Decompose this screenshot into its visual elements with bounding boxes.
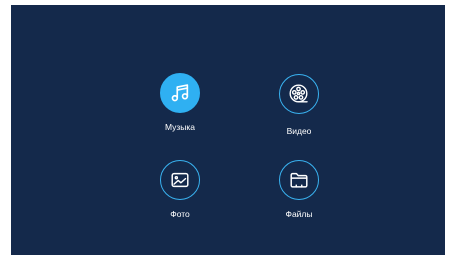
film-reel-icon xyxy=(279,74,319,114)
menu-item-music[interactable]: Музыка xyxy=(137,73,227,153)
device-frame: Музыка Видео Фото Файлы xyxy=(0,0,456,268)
menu-item-files[interactable]: Файлы xyxy=(256,160,346,240)
menu-item-photo-label: Фото xyxy=(170,209,190,219)
photo-icon xyxy=(160,160,200,200)
menu-item-video[interactable]: Видео xyxy=(256,74,346,154)
folder-icon xyxy=(279,160,319,200)
menu-item-music-label: Музыка xyxy=(164,122,196,132)
menu-item-files-label: Файлы xyxy=(285,209,313,219)
menu-item-video-label: Видео xyxy=(286,126,312,136)
music-icon xyxy=(160,73,200,113)
menu-item-photo[interactable]: Фото xyxy=(137,160,227,240)
media-menu-screen: Музыка Видео Фото Файлы xyxy=(11,5,445,255)
